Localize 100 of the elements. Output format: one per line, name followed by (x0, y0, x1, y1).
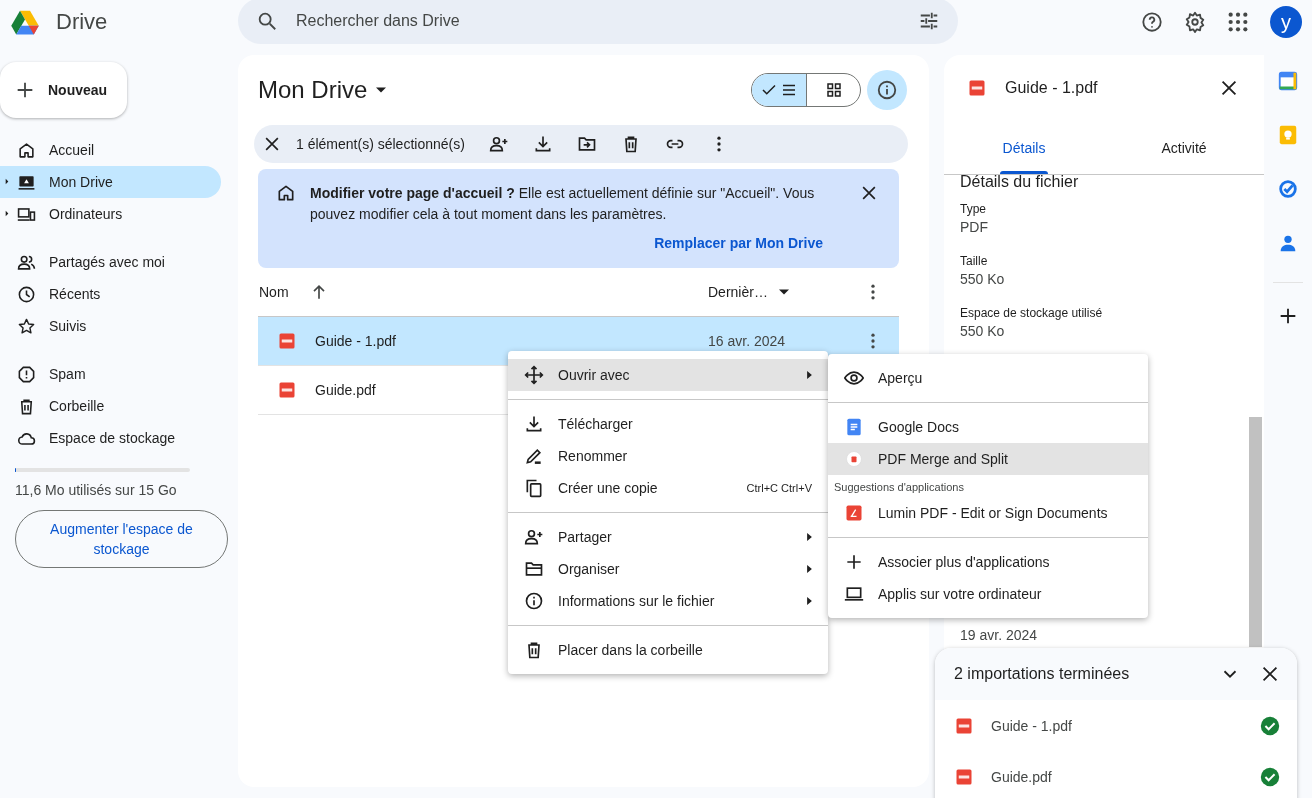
folder-icon (524, 559, 544, 579)
field-value: PDF (960, 218, 989, 237)
search-field[interactable]: Rechercher dans Drive (238, 0, 958, 44)
menu-section-heading: Suggestions d'applications (833, 480, 965, 495)
column-header[interactable]: Dernièr… (708, 284, 768, 300)
expand-arrow-icon[interactable] (5, 178, 9, 185)
menu-item[interactable]: Lumin PDF - Edit or Sign Documents (828, 497, 1148, 529)
pdf-icon (278, 381, 296, 399)
folder-title[interactable]: Mon Drive (258, 76, 392, 104)
nav-item[interactable]: Corbeille (0, 390, 221, 422)
menu-item[interactable]: PDF Merge and Split (828, 443, 1148, 475)
menu-label: Partager (558, 529, 613, 545)
file-name: Guide.pdf (315, 382, 377, 398)
list-view-button[interactable] (752, 74, 806, 106)
menu-label: Applis sur votre ordinateur (878, 586, 1043, 602)
new-button[interactable]: Nouveau (0, 62, 127, 118)
task-check-icon[interactable] (1277, 178, 1299, 200)
home-icon (17, 140, 36, 160)
expand-arrow-icon[interactable] (5, 210, 9, 217)
menu-label: Placer dans la corbeille (558, 642, 704, 658)
home-icon (276, 183, 296, 203)
menu-label: Aperçu (878, 370, 924, 386)
file-name: Guide - 1.pdf (315, 333, 397, 349)
pdf-icon (278, 332, 296, 350)
menu-item[interactable]: Partager (508, 521, 828, 553)
pdf-icon (955, 767, 973, 786)
app-icon (844, 449, 864, 469)
copy-icon (524, 478, 544, 498)
grid-icon (824, 81, 843, 99)
uploaded-file-name[interactable]: Guide - 1.pdf (991, 717, 1259, 734)
settings-icon[interactable] (1184, 11, 1206, 33)
nav-item[interactable]: Ordinateurs (0, 198, 221, 230)
avatar[interactable]: y (1270, 6, 1302, 38)
replace-link[interactable]: Remplacer par Mon Drive (654, 235, 823, 251)
nav-item[interactable]: Mon Drive (0, 166, 221, 198)
field-value: 550 Ko (960, 322, 1006, 341)
menu-item[interactable]: Télécharger (508, 408, 828, 440)
field-value: 19 avr. 2024 (960, 626, 1039, 645)
menu-item[interactable]: Associer plus d'applications (828, 546, 1148, 578)
clock-icon (17, 284, 36, 304)
menu-label: Télécharger (558, 416, 634, 432)
file-title: Guide - 1.pdf (1005, 79, 1099, 97)
apps-icon[interactable] (1227, 11, 1249, 33)
nav-item[interactable]: Récents (0, 278, 221, 310)
nav-item[interactable]: Espace de stockage (0, 422, 221, 454)
menu-item[interactable]: Créer une copie Ctrl+C Ctrl+V (508, 472, 828, 504)
menu-item[interactable]: Google Docs (828, 411, 1148, 443)
column-header[interactable]: Nom (259, 284, 289, 300)
menu-label: Associer plus d'applications (878, 554, 1051, 570)
menu-item[interactable]: Organiser (508, 553, 828, 585)
warning-icon (17, 364, 36, 384)
help-icon[interactable] (1141, 11, 1163, 33)
filter-icon[interactable] (918, 10, 940, 32)
modified-date: 16 avr. 2024 (708, 333, 787, 349)
document-icon (844, 417, 864, 437)
tab[interactable]: Activité (1104, 121, 1264, 174)
search-input[interactable]: Rechercher dans Drive (294, 11, 902, 31)
menu-label: Ouvrir avec (558, 367, 631, 383)
menu-label: PDF Merge and Split (878, 451, 1009, 467)
menu-item[interactable]: Ouvrir avec (508, 359, 828, 391)
nav-item[interactable]: Accueil (0, 134, 221, 166)
move-to-folder-icon[interactable] (576, 134, 597, 154)
selection-count: 1 élément(s) sélectionné(s) (296, 136, 465, 152)
laptop-icon (844, 584, 864, 604)
menu-label: Renommer (558, 448, 629, 464)
nav-item[interactable]: Suivis (0, 310, 221, 342)
nav-item[interactable]: Partagés avec moi (0, 246, 221, 278)
menu-item[interactable]: Placer dans la corbeille (508, 634, 828, 666)
pdf-icon (968, 79, 986, 97)
tab[interactable]: Détails (944, 121, 1104, 174)
search-icon[interactable] (256, 10, 278, 32)
menu-label: Organiser (558, 561, 621, 577)
app-icon (844, 503, 864, 523)
upload-status-title: 2 importations terminées (954, 665, 1131, 683)
calendar-icon[interactable] (1277, 70, 1299, 92)
pdf-icon (955, 716, 973, 735)
menu-item[interactable]: Informations sur le fichier (508, 585, 828, 617)
person-add-icon (524, 527, 544, 547)
field-label: Type (960, 201, 987, 217)
section-heading: Détails du fichier (960, 173, 1080, 191)
menu-label: Google Docs (878, 419, 960, 435)
star-icon (17, 316, 36, 336)
info-button[interactable] (867, 70, 907, 110)
shortcut-hint: Ctrl+C Ctrl+V (746, 482, 812, 494)
info-icon (524, 591, 544, 611)
storage-usage: 11,6 Mo utilisés sur 15 Go (15, 482, 178, 498)
scrollbar[interactable] (1249, 417, 1262, 647)
field-value: 550 Ko (960, 270, 1006, 289)
pencil-icon (524, 446, 544, 466)
nav-item[interactable]: Spam (0, 358, 221, 390)
banner-message: Modifier votre page d'accueil ? Elle est actuellement définie sur "Accueil". Vous pouvez modifier cela à tout moment dans les paramètres. (310, 184, 816, 224)
menu-item[interactable]: Applis sur votre ordinateur (828, 578, 1148, 610)
uploaded-file-name[interactable]: Guide.pdf (991, 768, 1259, 785)
eye-icon (844, 368, 864, 388)
field-label: Espace de stockage utilisé (960, 305, 1104, 321)
person-add-icon[interactable] (488, 134, 509, 154)
menu-item[interactable]: Renommer (508, 440, 828, 472)
field-label: Taille (960, 253, 989, 269)
menu-label: Lumin PDF - Edit or Sign Documents (878, 505, 1109, 521)
plus-icon (844, 552, 864, 572)
